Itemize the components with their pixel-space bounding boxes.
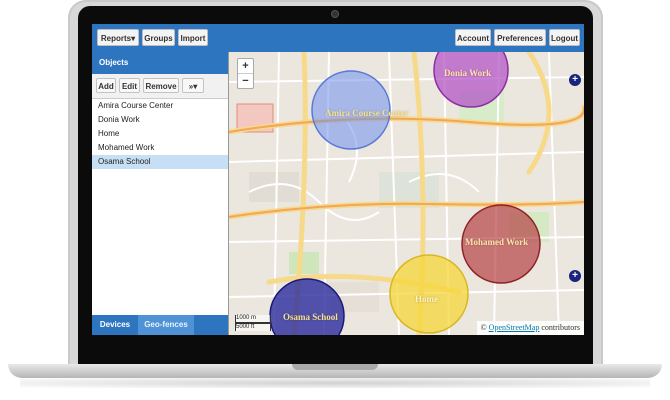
map-view[interactable]: Amira Course Center Donia Work Mohamed W… bbox=[229, 52, 584, 335]
scale-top: 1000 m bbox=[235, 315, 271, 323]
geofence-label: Amira Course Center bbox=[325, 108, 409, 118]
object-list: Amira Course Center Donia Work Home Moha… bbox=[92, 99, 228, 169]
list-item[interactable]: Home bbox=[92, 127, 228, 141]
top-toolbar: Reports▾ Groups Import Account Preferenc… bbox=[92, 24, 584, 52]
preferences-button[interactable]: Preferences bbox=[494, 29, 546, 46]
zoom-control: + − bbox=[237, 58, 254, 89]
logout-button[interactable]: Logout bbox=[549, 29, 580, 46]
osm-link[interactable]: OpenStreetMap bbox=[489, 323, 540, 332]
scale-bottom: 5000 ft bbox=[235, 323, 271, 331]
tab-devices[interactable]: Devices bbox=[92, 315, 138, 335]
map-side-button[interactable]: + bbox=[569, 270, 581, 282]
zoom-in-button[interactable]: + bbox=[238, 59, 253, 74]
laptop-shadow bbox=[20, 378, 650, 388]
caret-down-icon: ▾ bbox=[193, 82, 198, 91]
account-button[interactable]: Account bbox=[455, 29, 491, 46]
laptop-notch bbox=[292, 364, 378, 370]
reports-button[interactable]: Reports▾ bbox=[97, 29, 139, 46]
geofence-label: Home bbox=[415, 294, 438, 304]
panel-title: Objects bbox=[92, 52, 228, 74]
attribution-prefix: © bbox=[480, 323, 487, 332]
list-item[interactable]: Donia Work bbox=[92, 113, 228, 127]
map-side-button[interactable]: + bbox=[569, 74, 581, 86]
map-scale: 1000 m 5000 ft bbox=[235, 315, 271, 331]
list-item[interactable]: Mohamed Work bbox=[92, 141, 228, 155]
app-screen: Reports▾ Groups Import Account Preferenc… bbox=[92, 24, 584, 335]
map-attribution: © OpenStreetMap contributors bbox=[476, 321, 584, 335]
attribution-suffix: contributors bbox=[541, 323, 580, 332]
objects-panel: Objects Add Edit Remove »▾ Amira Course … bbox=[92, 52, 229, 335]
camera-icon bbox=[332, 11, 338, 17]
groups-button[interactable]: Groups bbox=[142, 29, 175, 46]
remove-button[interactable]: Remove bbox=[143, 78, 179, 93]
list-item[interactable]: Amira Course Center bbox=[92, 99, 228, 113]
geofence-label: Mohamed Work bbox=[465, 237, 529, 247]
geofence-layer bbox=[269, 52, 541, 335]
list-item-selected[interactable]: Osama School bbox=[92, 155, 228, 169]
import-button[interactable]: Import bbox=[178, 29, 208, 46]
reports-label: Reports bbox=[100, 34, 132, 43]
tab-geo-fences[interactable]: Geo-fences bbox=[138, 315, 194, 335]
geofence-label: Donia Work bbox=[444, 68, 492, 78]
caret-down-icon: ▾ bbox=[131, 34, 136, 43]
geofence-donia-work[interactable] bbox=[433, 52, 509, 108]
edit-button[interactable]: Edit bbox=[119, 78, 140, 93]
panel-toolbar: Add Edit Remove »▾ bbox=[92, 74, 228, 99]
zoom-out-button[interactable]: − bbox=[238, 74, 253, 88]
geofence-osama-school[interactable] bbox=[269, 278, 345, 335]
add-button[interactable]: Add bbox=[96, 78, 116, 93]
geofence-label: Osama School bbox=[283, 312, 338, 322]
panel-tabs: Devices Geo-fences bbox=[92, 315, 228, 335]
more-button[interactable]: »▾ bbox=[182, 78, 204, 93]
